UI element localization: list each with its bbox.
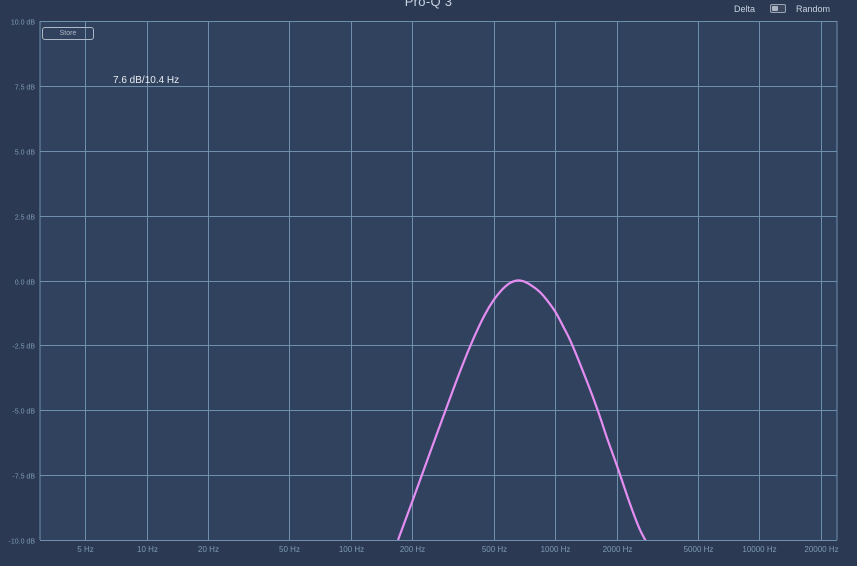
- store-button[interactable]: Store: [42, 27, 94, 40]
- x-tick-label: 5 Hz: [77, 545, 93, 554]
- y-tick-label: 5.0 dB: [15, 150, 36, 157]
- x-tick-label: 5000 Hz: [684, 545, 714, 554]
- y-tick-label: -7.5 dB: [12, 474, 35, 481]
- y-tick-label: -2.5 dB: [12, 344, 35, 351]
- x-tick-label: 20000 Hz: [804, 545, 838, 554]
- y-tick-label: -10.0 dB: [9, 539, 36, 546]
- cursor-readout: 7.6 dB/10.4 Hz: [113, 75, 180, 86]
- x-tick-label: 20 Hz: [198, 545, 219, 554]
- x-axis-labels: 5 Hz 10 Hz 20 Hz 50 Hz 100 Hz 200 Hz 500 Hz 100…: [77, 545, 838, 554]
- x-tick-label: 10000 Hz: [742, 545, 776, 554]
- x-tick-label: 10 Hz: [137, 545, 158, 554]
- y-tick-label: 0.0 dB: [15, 280, 36, 287]
- y-tick-label: 10.0 dB: [11, 20, 35, 27]
- x-tick-label: 100 Hz: [339, 545, 364, 554]
- x-tick-label: 500 Hz: [482, 545, 507, 554]
- y-tick-label: 7.5 dB: [15, 85, 36, 92]
- x-tick-label: 200 Hz: [400, 545, 425, 554]
- y-tick-label: 2.5 dB: [15, 215, 36, 222]
- plot-background: [40, 21, 837, 540]
- x-tick-label: 2000 Hz: [603, 545, 633, 554]
- x-tick-label: 50 Hz: [279, 545, 300, 554]
- y-axis-labels: 10.0 dB 7.5 dB 5.0 dB 2.5 dB 0.0 dB -2.5 dB -5…: [9, 20, 36, 546]
- x-tick-label: 1000 Hz: [541, 545, 571, 554]
- y-tick-label: -5.0 dB: [12, 409, 35, 416]
